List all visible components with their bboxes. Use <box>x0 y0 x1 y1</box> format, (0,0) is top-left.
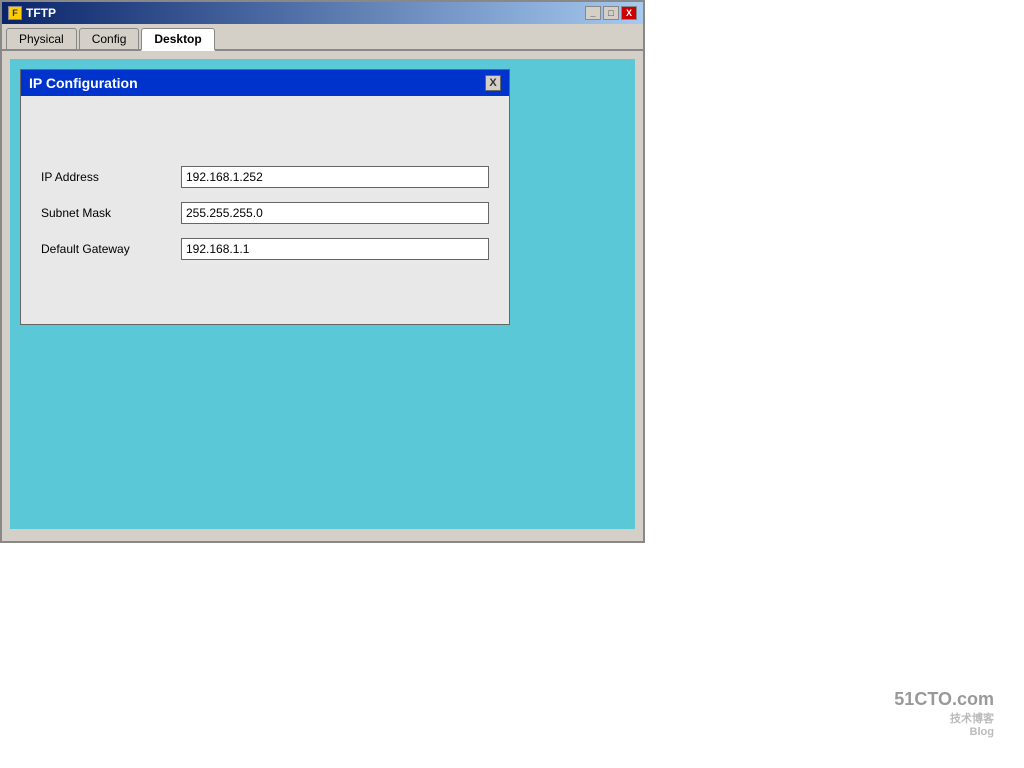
tab-config[interactable]: Config <box>79 28 140 49</box>
desktop-area: IP Configuration X IP Address Subnet Mas… <box>10 59 635 529</box>
watermark-sub2: Blog <box>894 726 994 738</box>
watermark-site: 51CTO.com <box>894 689 994 710</box>
tab-physical[interactable]: Physical <box>6 28 77 49</box>
default-gateway-input[interactable] <box>181 238 489 260</box>
subnet-mask-label: Subnet Mask <box>41 206 181 220</box>
watermark-sub1: 技术博客 <box>894 710 994 726</box>
main-window: F TFTP _ □ X Physical Config Desktop IP … <box>0 0 645 543</box>
minimize-button[interactable]: _ <box>585 6 601 20</box>
default-gateway-row: Default Gateway <box>41 238 489 260</box>
ip-address-input[interactable] <box>181 166 489 188</box>
title-bar: F TFTP _ □ X <box>2 2 643 24</box>
tab-desktop[interactable]: Desktop <box>141 28 214 51</box>
ip-config-body: IP Address Subnet Mask Default Gateway <box>21 96 509 324</box>
ip-config-spacer <box>41 116 489 166</box>
app-icon: F <box>8 6 22 20</box>
maximize-button[interactable]: □ <box>603 6 619 20</box>
subnet-mask-input[interactable] <box>181 202 489 224</box>
tab-bar: Physical Config Desktop <box>2 24 643 51</box>
content-area: IP Configuration X IP Address Subnet Mas… <box>2 51 643 541</box>
watermark: 51CTO.com 技术博客 Blog <box>894 689 994 738</box>
close-button[interactable]: X <box>621 6 637 20</box>
title-bar-left: F TFTP <box>8 6 56 20</box>
window-title: TFTP <box>26 6 56 20</box>
title-buttons: _ □ X <box>585 6 637 20</box>
ip-config-footer <box>41 274 489 304</box>
ip-config-title-text: IP Configuration <box>29 75 138 91</box>
default-gateway-label: Default Gateway <box>41 242 181 256</box>
subnet-mask-row: Subnet Mask <box>41 202 489 224</box>
ip-config-close-button[interactable]: X <box>485 75 501 91</box>
ip-config-dialog: IP Configuration X IP Address Subnet Mas… <box>20 69 510 325</box>
ip-address-label: IP Address <box>41 170 181 184</box>
ip-config-title-bar: IP Configuration X <box>21 70 509 96</box>
ip-address-row: IP Address <box>41 166 489 188</box>
